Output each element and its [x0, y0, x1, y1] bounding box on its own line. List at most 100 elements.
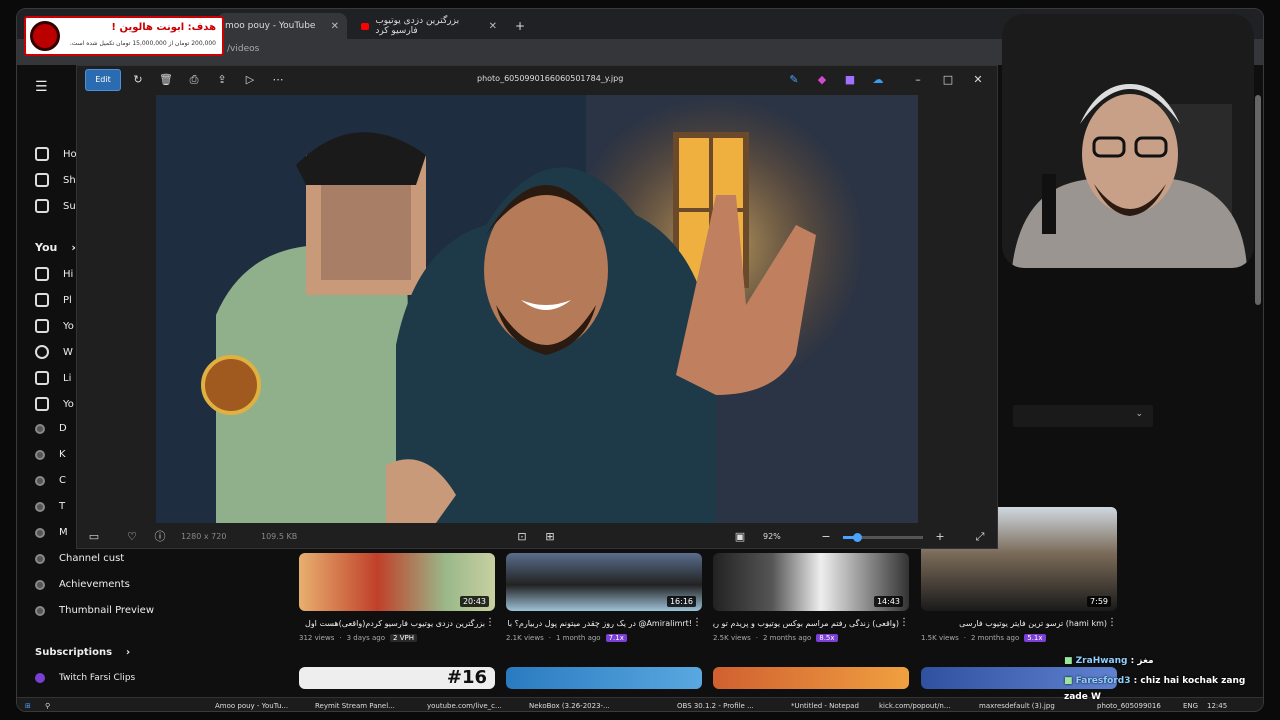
sidebar-item-ext3[interactable]: C [35, 475, 66, 486]
dropdown[interactable]: ⌄ [1013, 405, 1153, 427]
share-icon[interactable]: ⇪ [213, 71, 231, 89]
taskbar-item[interactable]: maxresdefault (3).jpg [979, 702, 1055, 710]
sidebar-item-ext1[interactable]: D [35, 423, 67, 434]
rotate-icon[interactable]: ↻ [129, 71, 147, 89]
start-icon[interactable]: ⊞ [25, 702, 31, 710]
sidebar-item-subs[interactable]: Su [35, 199, 76, 213]
sidebar-item-history[interactable]: Hi [35, 267, 73, 281]
sidebar-item-channel[interactable]: Channel cust [35, 553, 124, 564]
video-title[interactable]: بزرگترین دزدی یوتیوب فارسیو کردم(واقعی)ه… [299, 619, 485, 628]
adjust-icon[interactable]: ⊞ [541, 528, 559, 546]
print-icon[interactable]: ⎙ [185, 71, 203, 89]
copilot-icon[interactable]: ◆ [813, 71, 831, 89]
clipchamp-icon[interactable]: ■ [841, 71, 859, 89]
minimize-icon[interactable]: – [909, 71, 927, 89]
image-icon [35, 605, 45, 616]
image-dimensions: 1280 x 720 [181, 532, 227, 541]
zoom-out-icon[interactable]: − [817, 528, 835, 546]
video-card[interactable]: #16 [299, 667, 495, 689]
fit-icon[interactable]: ▣ [731, 528, 749, 546]
new-tab-button[interactable]: + [507, 13, 533, 39]
sidebar-item-playlists[interactable]: Pl [35, 293, 72, 307]
donation-goal-banner: هدف: ابونت هالوین ! 200,000 تومان از 15,… [24, 16, 224, 56]
video-thumbnail[interactable]: 20:43 [299, 553, 495, 611]
goal-progress: 200,000 تومان از 15,000,000 تومان تکمیل … [69, 40, 216, 47]
video-card[interactable]: 16:16 !Amiralimrt@ در یک روز چقدر میتونم… [506, 553, 702, 642]
info-icon[interactable]: ⓘ [151, 528, 169, 546]
video-thumbnail[interactable] [506, 667, 702, 689]
filmstrip-icon[interactable]: ▭ [85, 528, 103, 546]
taskbar-item[interactable]: kick.com/popout/n... [879, 702, 951, 710]
close-icon[interactable]: ✕ [969, 71, 987, 89]
taskbar-item[interactable]: Amoo pouy - YouTu... [215, 702, 288, 710]
sidebar-item-your-videos[interactable]: Yo [35, 319, 74, 333]
file-size: 109.5 KB [261, 532, 298, 541]
close-icon[interactable]: ✕ [331, 21, 339, 32]
video-thumbnail[interactable]: 14:43 [713, 553, 909, 611]
more-options-icon[interactable]: ⋮ [692, 617, 702, 628]
taskbar-item[interactable]: Reymit Stream Panel... [315, 702, 395, 710]
sidebar-item-thumbnail-preview[interactable]: Thumbnail Preview [35, 605, 154, 616]
chat-user: zade W [1064, 692, 1101, 702]
more-options-icon[interactable]: ⋮ [485, 617, 495, 628]
taskbar-item[interactable]: youtube.com/live_c... [427, 702, 502, 710]
zoom-slider[interactable] [843, 533, 923, 542]
sidebar-item-shorts[interactable]: Sh [35, 173, 76, 187]
webcam-overlay [1002, 14, 1254, 268]
video-title[interactable]: (hami km) ترسو ترین فایتر یوتیوب فارسی [921, 619, 1107, 628]
search-icon[interactable]: ⚲ [45, 702, 50, 710]
sidebar-item-liked[interactable]: Li [35, 371, 71, 385]
sidebar-item-achievements[interactable]: Achievements [35, 579, 130, 590]
tab-video[interactable]: بزرگترین دزدی یوتیوب فارسیو کرد ✕ [353, 13, 505, 39]
clock[interactable]: 12:45 [1207, 702, 1227, 710]
language-indicator[interactable]: ENG [1183, 702, 1198, 710]
fullscreen-icon[interactable]: ⤢ [971, 528, 989, 546]
onedrive-icon[interactable]: ☁ [869, 71, 887, 89]
slideshow-icon[interactable]: ▷ [241, 71, 259, 89]
zoom-in-icon[interactable]: + [931, 528, 949, 546]
video-title[interactable]: !Amiralimrt@ در یک روز چقدر میتونم پول د… [506, 619, 692, 628]
tab-youtube[interactable]: moo pouy - YouTube ✕ [217, 13, 347, 39]
menu-icon[interactable]: ☰ [35, 79, 48, 95]
sidebar-you[interactable]: You › [35, 241, 76, 254]
more-options-icon[interactable]: ⋮ [899, 617, 909, 628]
video-thumbnail[interactable] [713, 667, 909, 689]
extension-icon [35, 553, 45, 564]
video-card[interactable] [506, 667, 702, 689]
sidebar-item-ext4[interactable]: T [35, 501, 65, 512]
sidebar-item-ext5[interactable]: M [35, 527, 68, 538]
video-title[interactable]: (واقعی) زندگی رفتم مراسم بوکس یوتیوب و پ… [713, 619, 899, 628]
more-icon[interactable]: ⋯ [269, 71, 287, 89]
streamer-webcam [1002, 14, 1254, 268]
video-card[interactable] [713, 667, 909, 689]
taskbar-item[interactable]: OBS 30.1.2 - Profile ... [677, 702, 754, 710]
sidebar-item-home[interactable]: Ho [35, 147, 77, 161]
zoom-select[interactable]: 92% [763, 532, 781, 541]
video-card[interactable]: 14:43 (واقعی) زندگی رفتم مراسم بوکس یوتی… [713, 553, 909, 642]
edit-button[interactable]: Edit [85, 69, 121, 91]
video-thumbnail[interactable]: #16 [299, 667, 495, 689]
taskbar-item[interactable]: NekoBox (3.26-2023-... [529, 702, 610, 710]
video-card[interactable]: 20:43 بزرگترین دزدی یوتیوب فارسیو کردم(و… [299, 553, 495, 642]
slider-thumb[interactable] [853, 533, 862, 542]
designer-icon[interactable]: ✎ [785, 71, 803, 89]
heart-icon[interactable]: ♡ [123, 528, 141, 546]
taskbar-item[interactable]: *Untitled - Notepad [791, 702, 859, 710]
sidebar-sub-twitch[interactable]: Twitch Farsi Clips [35, 673, 135, 683]
sidebar-subscriptions[interactable]: Subscriptions › [35, 647, 130, 658]
trophy-icon [35, 579, 45, 590]
sidebar-item-ext2[interactable]: K [35, 449, 66, 460]
video-thumbnail[interactable]: 16:16 [506, 553, 702, 611]
home-icon [35, 147, 49, 161]
goal-title: هدف: ابونت هالوین ! [111, 22, 216, 33]
delete-icon[interactable]: 🗑 [157, 71, 175, 89]
close-icon[interactable]: ✕ [489, 21, 497, 32]
taskbar-item[interactable]: photo_605099016606... [1097, 702, 1161, 710]
maximize-icon[interactable]: □ [939, 71, 957, 89]
duration-badge: 16:16 [666, 596, 696, 607]
sidebar-item-clips[interactable]: Yo [35, 397, 74, 411]
crop-icon[interactable]: ⊡ [513, 528, 531, 546]
more-options-icon[interactable]: ⋮ [1107, 617, 1117, 628]
sidebar-item-watch-later[interactable]: W [35, 345, 73, 359]
scrollbar[interactable] [1255, 95, 1261, 305]
